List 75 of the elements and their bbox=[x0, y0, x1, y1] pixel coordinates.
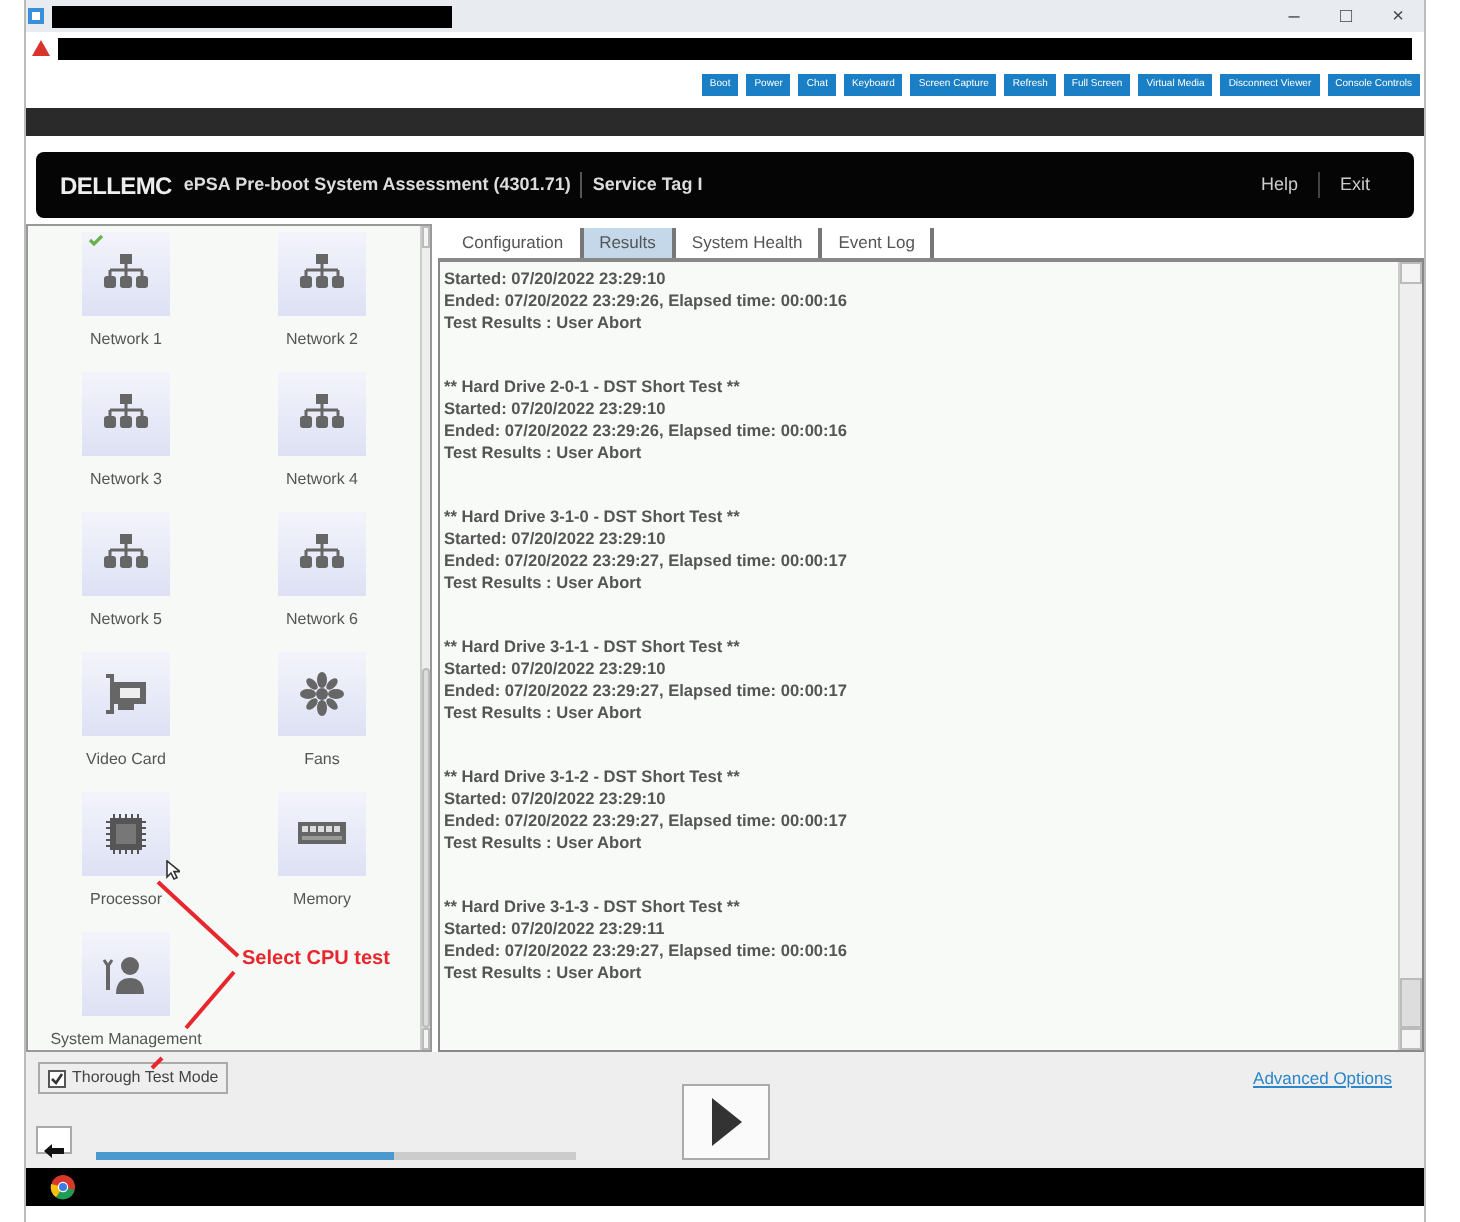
advanced-options-link[interactable]: Advanced Options bbox=[1253, 1066, 1392, 1092]
log-heading: ** Hard Drive 2-0-1 - DST Short Test ** bbox=[444, 376, 742, 398]
device-label: Memory bbox=[293, 888, 351, 912]
log-line: Test Results : User Abort bbox=[444, 962, 644, 984]
annotation-line bbox=[150, 1056, 164, 1070]
log-heading: ** Hard Drive 3-1-3 - DST Short Test ** bbox=[444, 896, 742, 918]
tab[interactable]: Results bbox=[583, 228, 676, 258]
log-line: Started: 07/20/2022 23:29:10 bbox=[444, 528, 668, 550]
mouse-cursor-icon bbox=[166, 860, 180, 880]
app-icon bbox=[26, 6, 46, 26]
log-line: Ended: 07/20/2022 23:29:26, Elapsed time: 00:00:16 bbox=[444, 290, 850, 312]
scrollbar[interactable] bbox=[1398, 262, 1422, 1050]
back-arrow-icon bbox=[44, 1144, 64, 1159]
fan-icon bbox=[298, 672, 346, 716]
back-button[interactable] bbox=[36, 1126, 72, 1154]
checkbox-label: Thorough Test Mode bbox=[72, 1066, 219, 1090]
log-heading: ** Hard Drive 3-1-1 - DST Short Test ** bbox=[444, 636, 742, 658]
play-button[interactable] bbox=[682, 1084, 770, 1160]
check-icon bbox=[88, 234, 104, 246]
annotation-line bbox=[184, 970, 236, 1030]
device-label: Network 4 bbox=[285, 468, 358, 492]
log-line: Ended: 07/20/2022 23:29:27, Elapsed time: 00:00:16 bbox=[444, 940, 850, 962]
device-label: Video Card bbox=[86, 748, 166, 772]
window-control-button[interactable]: – bbox=[1268, 1, 1320, 31]
scrollbar[interactable] bbox=[420, 226, 430, 1050]
device-label: Network 1 bbox=[89, 328, 162, 352]
warning-icon bbox=[32, 40, 50, 56]
log-line: Test Results : User Abort bbox=[444, 832, 644, 854]
log-line: Test Results : User Abort bbox=[444, 572, 644, 594]
check-icon bbox=[50, 1071, 64, 1085]
device-label: Fans bbox=[304, 748, 340, 772]
play-icon bbox=[708, 1096, 744, 1148]
device-label: Network 3 bbox=[89, 468, 162, 492]
log-line: Started: 07/20/2022 23:29:10 bbox=[444, 268, 668, 290]
device-label: Processor bbox=[89, 888, 162, 912]
window-control-button[interactable]: □ bbox=[1320, 1, 1372, 31]
window-control-button[interactable]: × bbox=[1372, 1, 1424, 31]
log-line: Started: 07/20/2022 23:29:10 bbox=[444, 788, 668, 810]
log-line: Started: 07/20/2022 23:29:10 bbox=[444, 398, 668, 420]
logo: DELLEMC bbox=[60, 169, 172, 203]
log-line: Started: 07/20/2022 23:29:10 bbox=[444, 658, 668, 680]
log-line: Ended: 07/20/2022 23:29:27, Elapsed time: 00:00:17 bbox=[444, 680, 850, 702]
processor-chip-icon bbox=[102, 812, 150, 856]
device-tile[interactable] bbox=[82, 652, 170, 736]
checkbox[interactable] bbox=[48, 1069, 66, 1087]
annotation-text: Select CPU test bbox=[242, 946, 390, 974]
device-tile[interactable] bbox=[82, 932, 170, 1016]
header-link[interactable]: Help bbox=[1240, 171, 1318, 199]
log-line: Started: 07/20/2022 23:29:11 bbox=[444, 918, 667, 940]
log-line: Test Results : User Abort bbox=[444, 442, 644, 464]
device-tile[interactable] bbox=[278, 792, 366, 876]
device-label: Network 6 bbox=[285, 608, 358, 632]
device-tile[interactable] bbox=[278, 372, 366, 456]
device-label: Network 5 bbox=[89, 608, 162, 632]
device-tile[interactable] bbox=[278, 512, 366, 596]
browser-icon bbox=[50, 1174, 76, 1200]
log-line: Ended: 07/20/2022 23:29:27, Elapsed time: 00:00:17 bbox=[444, 810, 850, 832]
service-tag-label: Service Tag I bbox=[592, 171, 703, 198]
app-title: ePSA Pre-boot System Assessment (4301.71) bbox=[183, 171, 583, 199]
log-line: Ended: 07/20/2022 23:29:27, Elapsed time: 00:00:17 bbox=[444, 550, 850, 572]
device-tile[interactable] bbox=[82, 512, 170, 596]
log-line: Ended: 07/20/2022 23:29:26, Elapsed time: 00:00:16 bbox=[444, 420, 850, 442]
device-label: Network 2 bbox=[285, 328, 358, 352]
device-tile[interactable] bbox=[278, 652, 366, 736]
log-line: Test Results : User Abort bbox=[444, 312, 644, 334]
user-wrench-icon bbox=[102, 952, 150, 996]
log-heading: ** Hard Drive 3-1-2 - DST Short Test ** bbox=[444, 766, 742, 788]
video-card-icon bbox=[102, 672, 150, 716]
log-heading: ** Hard Drive 3-1-0 - DST Short Test ** bbox=[444, 506, 742, 528]
device-tile[interactable] bbox=[82, 372, 170, 456]
device-label: System Management bbox=[50, 1028, 202, 1052]
device-tile[interactable] bbox=[82, 232, 170, 316]
device-tile[interactable] bbox=[278, 232, 366, 316]
header-link[interactable]: Exit bbox=[1317, 171, 1390, 199]
log-line: Test Results : User Abort bbox=[444, 702, 644, 724]
